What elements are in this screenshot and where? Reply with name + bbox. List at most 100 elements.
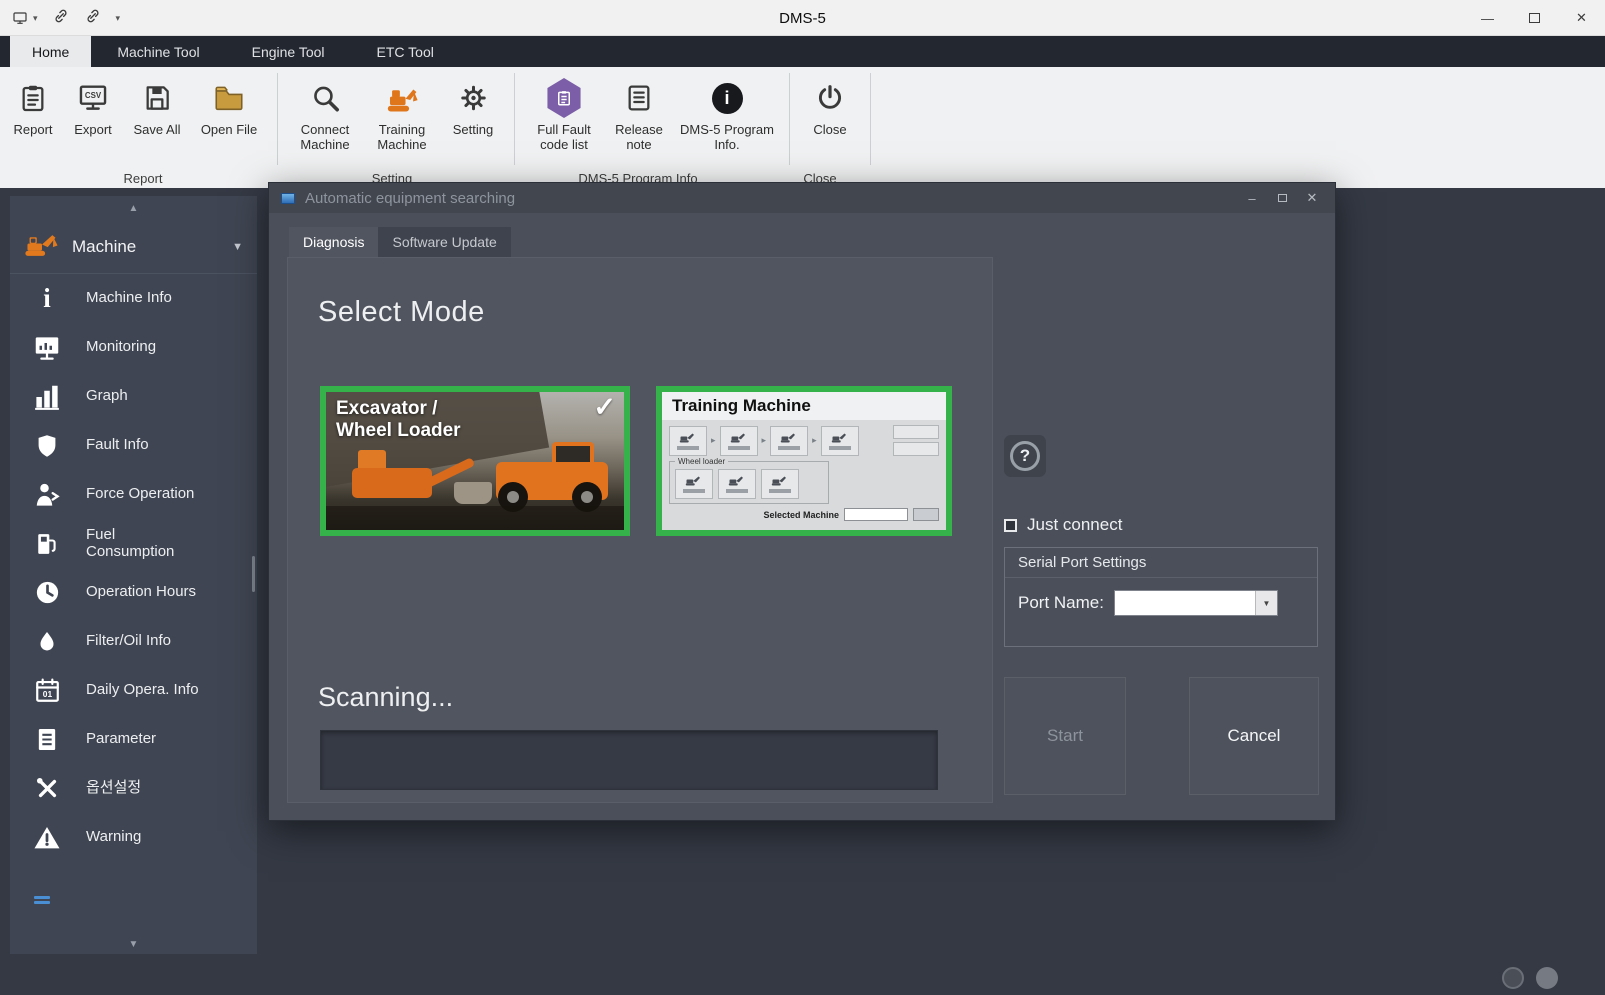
selected-check-icon: ✓ (593, 392, 616, 423)
sidebar-scrollbar-thumb[interactable] (252, 556, 255, 592)
save-all-icon (141, 76, 173, 120)
port-name-combobox[interactable]: ▼ (1114, 590, 1278, 616)
bar-chart-icon (30, 380, 64, 414)
maximize-icon (1278, 194, 1287, 202)
sidebar-item-operation-hours[interactable]: Operation Hours (10, 568, 257, 617)
sidebar-item-machine-info[interactable]: i Machine Info (10, 274, 257, 323)
sidebar-item-filter-oil-info[interactable]: Filter/Oil Info (10, 617, 257, 666)
mini-machine-icon (675, 469, 713, 499)
training-machine-button[interactable]: Training Machine (363, 71, 441, 167)
tab-diagnosis[interactable]: Diagnosis (289, 227, 378, 257)
ribbon-separator (789, 73, 790, 165)
selected-machine-input (844, 508, 908, 521)
dialog-title: Automatic equipment searching (305, 190, 515, 207)
group-label-report: Report (0, 171, 286, 186)
power-icon (814, 76, 846, 120)
diagnosis-panel: Select Mode Excavator (287, 257, 993, 803)
minimize-icon: – (1248, 191, 1255, 206)
sidebar-item-option-settings[interactable]: 옵션설정 (10, 764, 257, 813)
excavator-icon (383, 76, 421, 120)
titlebar: ▾ ▾ DMS-5 — ✕ (0, 0, 1605, 36)
mode-card-excavator-wheel-loader[interactable]: Excavator / Wheel Loader ✓ (320, 386, 630, 536)
serial-port-settings-title: Serial Port Settings (1005, 548, 1317, 578)
export-button[interactable]: CSV Export (62, 71, 124, 167)
selected-machine-button (913, 508, 939, 521)
ribbon-close-button[interactable]: Close (799, 71, 861, 167)
svg-text:CSV: CSV (85, 91, 102, 100)
open-file-button[interactable]: Open File (190, 71, 268, 167)
dialog-minimize-button[interactable]: – (1237, 184, 1267, 212)
dialog-close-button[interactable]: ✕ (1297, 184, 1327, 212)
just-connect-checkbox[interactable] (1004, 519, 1017, 532)
just-connect-option[interactable]: Just connect (1004, 515, 1122, 535)
status-indicator-dot (1502, 967, 1524, 989)
tab-software-update[interactable]: Software Update (378, 227, 510, 257)
sidebar-partial-item-icon (34, 896, 50, 904)
machine-excavator-icon (24, 231, 60, 263)
help-button[interactable]: ? (1004, 435, 1046, 477)
close-button[interactable]: ✕ (1558, 0, 1605, 36)
dialog-tabs: Diagnosis Software Update (289, 227, 511, 257)
caret-down-icon: ▼ (1263, 599, 1271, 608)
maximize-button[interactable] (1511, 0, 1558, 36)
sidebar-item-fault-info[interactable]: Fault Info (10, 421, 257, 470)
setting-button[interactable]: Setting (441, 71, 505, 167)
excavator-photo: Excavator / Wheel Loader ✓ (326, 392, 624, 530)
release-note-button[interactable]: Release note (604, 71, 674, 167)
combo-dropdown-button[interactable]: ▼ (1255, 591, 1277, 615)
sidebar-item-monitoring[interactable]: Monitoring (10, 323, 257, 372)
sidebar-header-machine[interactable]: Machine ▼ (10, 220, 257, 274)
tab-machine-tool[interactable]: Machine Tool (91, 36, 225, 67)
port-name-label: Port Name: (1018, 593, 1104, 613)
sidebar-header-label: Machine (72, 237, 220, 257)
sidebar-item-warning[interactable]: Warning (10, 813, 257, 862)
mini-side-boxes (893, 425, 939, 456)
sidebar-scroll-down[interactable]: ▼ (10, 939, 257, 950)
status-indicator-dot (1536, 967, 1558, 989)
full-fault-code-list-button[interactable]: Full Fault code list (524, 71, 604, 167)
export-csv-icon: CSV (76, 76, 110, 120)
report-button[interactable]: Report (4, 71, 62, 167)
sidebar-item-daily-opera-info[interactable]: 01 Daily Opera. Info (10, 666, 257, 715)
chevron-down-icon[interactable]: ▼ (232, 241, 243, 253)
just-connect-label: Just connect (1027, 515, 1122, 535)
droplet-icon (30, 625, 64, 659)
save-all-button[interactable]: Save All (124, 71, 190, 167)
window-controls: — ✕ (1464, 0, 1605, 36)
dialog-titlebar: Automatic equipment searching – ✕ (269, 183, 1335, 213)
sidebar-item-fuel-consumption[interactable]: Fuel Consumption (10, 519, 257, 568)
program-info-button[interactable]: i DMS-5 Program Info. (674, 71, 780, 167)
cancel-button[interactable]: Cancel (1189, 677, 1319, 795)
tab-home[interactable]: Home (10, 36, 91, 67)
window-title: DMS-5 (0, 0, 1605, 36)
sidebar-item-graph[interactable]: Graph (10, 372, 257, 421)
ribbon-tabs: Home Machine Tool Engine Tool ETC Tool (0, 36, 1605, 67)
dialog-app-icon (281, 193, 295, 204)
port-name-input[interactable] (1115, 591, 1277, 615)
sidebar-scroll-up[interactable]: ▲ (10, 196, 257, 220)
dialog-maximize-button[interactable] (1267, 184, 1297, 212)
sidebar-item-parameter[interactable]: Parameter (10, 715, 257, 764)
ribbon-separator (277, 73, 278, 165)
report-icon (17, 76, 49, 120)
mini-machine-icon (669, 426, 707, 456)
caret-down-icon: ▼ (129, 939, 139, 950)
release-note-icon (623, 76, 655, 120)
minimize-button[interactable]: — (1464, 0, 1511, 36)
wheel-loader-group: Wheel loader (669, 461, 829, 504)
connect-machine-button[interactable]: Connect Machine (287, 71, 363, 167)
tab-etc-tool[interactable]: ETC Tool (351, 36, 460, 67)
warning-triangle-icon (30, 821, 64, 855)
tab-engine-tool[interactable]: Engine Tool (226, 36, 351, 67)
mini-machine-icon (761, 469, 799, 499)
sidebar-item-force-operation[interactable]: Force Operation (10, 470, 257, 519)
mode-card-label: Excavator / Wheel Loader (336, 398, 461, 442)
svg-text:01: 01 (42, 689, 52, 699)
scan-progress-bar (320, 730, 938, 790)
mode-card-training-machine[interactable]: Training Machine ▸ ▸ ▸ (656, 386, 952, 536)
monitor-icon (30, 331, 64, 365)
select-mode-title: Select Mode (318, 296, 485, 329)
magnifier-icon (309, 76, 342, 120)
start-button[interactable]: Start (1004, 677, 1126, 795)
mini-machine-icon (770, 426, 808, 456)
